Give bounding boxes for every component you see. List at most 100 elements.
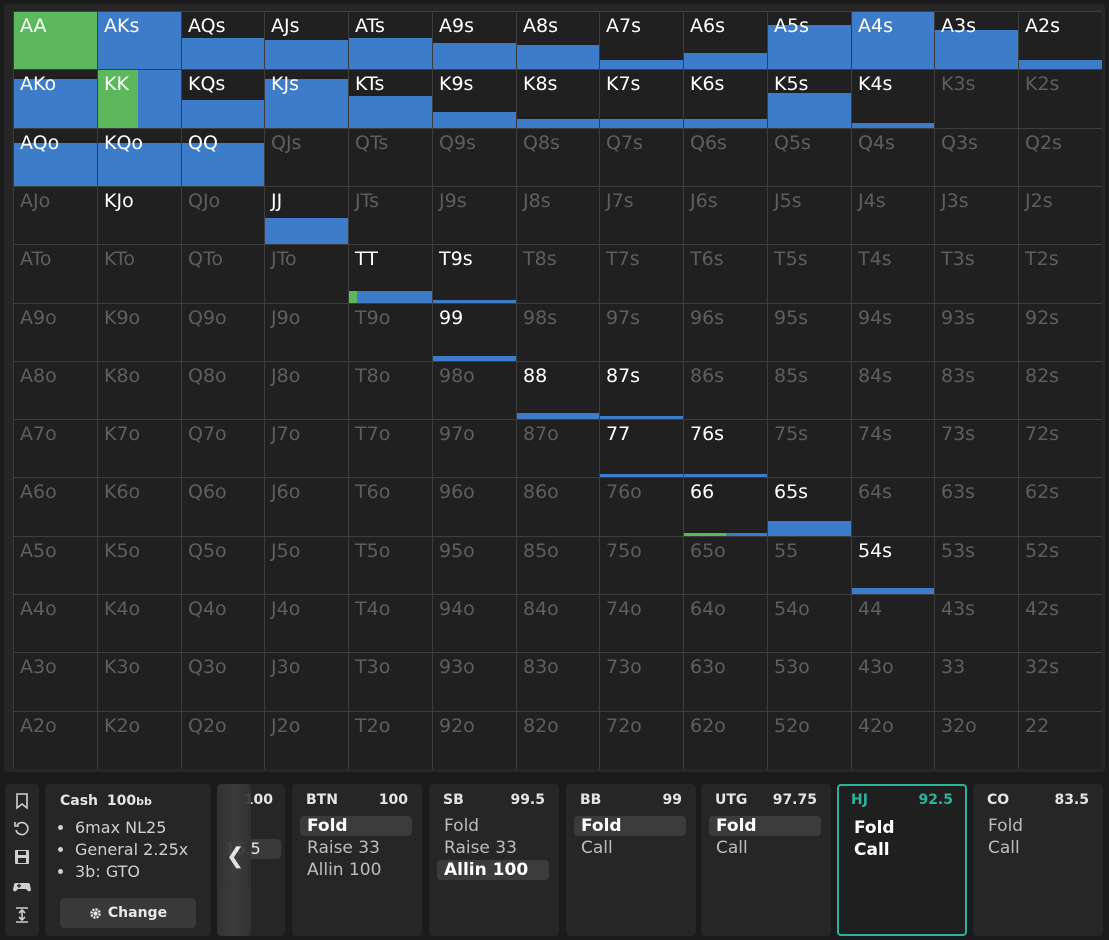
hand-cell-A3s[interactable]: A3s bbox=[935, 12, 1018, 69]
hand-cell-83s[interactable]: 83s bbox=[935, 362, 1018, 419]
position-btn[interactable]: BTN 100 Fold Raise 33 Allin 100 bbox=[292, 784, 422, 936]
hand-cell-T3s[interactable]: T3s bbox=[935, 245, 1018, 303]
hand-cell-85s[interactable]: 85s bbox=[768, 362, 851, 419]
hand-cell-84o[interactable]: 84o bbox=[517, 595, 599, 652]
hand-cell-73o[interactable]: 73o bbox=[600, 653, 683, 711]
hand-cell-T9s[interactable]: T9s bbox=[433, 245, 516, 303]
hand-cell-ATo[interactable]: ATo bbox=[14, 245, 97, 303]
hand-cell-J4o[interactable]: J4o bbox=[265, 595, 348, 652]
hand-cell-KQs[interactable]: KQs bbox=[182, 70, 264, 128]
hand-cell-76s[interactable]: 76s bbox=[684, 420, 767, 477]
hand-cell-52o[interactable]: 52o bbox=[768, 712, 851, 769]
hand-cell-QTs[interactable]: QTs bbox=[349, 129, 432, 186]
hand-cell-87s[interactable]: 87s bbox=[600, 362, 683, 419]
hand-cell-K8o[interactable]: K8o bbox=[98, 362, 181, 419]
hand-cell-T9o[interactable]: T9o bbox=[349, 304, 432, 361]
hand-cell-K7o[interactable]: K7o bbox=[98, 420, 181, 477]
hand-cell-86s[interactable]: 86s bbox=[684, 362, 767, 419]
action-allin-100[interactable]: Allin 100 bbox=[437, 860, 549, 880]
hand-cell-A8s[interactable]: A8s bbox=[517, 12, 599, 69]
hand-cell-94s[interactable]: 94s bbox=[852, 304, 934, 361]
hand-cell-KQo[interactable]: KQo bbox=[98, 129, 181, 186]
hand-cell-J3o[interactable]: J3o bbox=[265, 653, 348, 711]
hand-cell-K5o[interactable]: K5o bbox=[98, 537, 181, 594]
hand-cell-T4s[interactable]: T4s bbox=[852, 245, 934, 303]
hand-cell-97s[interactable]: 97s bbox=[600, 304, 683, 361]
action-fold[interactable]: Fold bbox=[847, 818, 955, 838]
history-icon[interactable] bbox=[13, 820, 31, 838]
hand-cell-Q8o[interactable]: Q8o bbox=[182, 362, 264, 419]
hand-cell-J5s[interactable]: J5s bbox=[768, 187, 851, 244]
hand-cell-J4s[interactable]: J4s bbox=[852, 187, 934, 244]
hand-cell-AJs[interactable]: AJs bbox=[265, 12, 348, 69]
hand-cell-J6s[interactable]: J6s bbox=[684, 187, 767, 244]
hand-cell-TT[interactable]: TT bbox=[349, 245, 432, 303]
hand-cell-75o[interactable]: 75o bbox=[600, 537, 683, 594]
hand-cell-AQs[interactable]: AQs bbox=[182, 12, 264, 69]
hand-cell-T7o[interactable]: T7o bbox=[349, 420, 432, 477]
hand-cell-K2o[interactable]: K2o bbox=[98, 712, 181, 769]
hand-cell-T2s[interactable]: T2s bbox=[1019, 245, 1102, 303]
hand-cell-KJs[interactable]: KJs bbox=[265, 70, 348, 128]
action-fold[interactable]: Fold bbox=[300, 816, 412, 836]
hand-cell-86o[interactable]: 86o bbox=[517, 478, 599, 536]
hand-cell-22[interactable]: 22 bbox=[1019, 712, 1102, 769]
hand-cell-T2o[interactable]: T2o bbox=[349, 712, 432, 769]
hand-cell-Q7s[interactable]: Q7s bbox=[600, 129, 683, 186]
hand-cell-82o[interactable]: 82o bbox=[517, 712, 599, 769]
hand-cell-K3s[interactable]: K3s bbox=[935, 70, 1018, 128]
hand-cell-A6o[interactable]: A6o bbox=[14, 478, 97, 536]
hand-cell-84s[interactable]: 84s bbox=[852, 362, 934, 419]
position-co[interactable]: CO 83.5 Fold Call bbox=[973, 784, 1103, 936]
hand-cell-63s[interactable]: 63s bbox=[935, 478, 1018, 536]
hand-cell-KK[interactable]: KK bbox=[98, 70, 181, 128]
hand-cell-32s[interactable]: 32s bbox=[1019, 653, 1102, 711]
hand-cell-83o[interactable]: 83o bbox=[517, 653, 599, 711]
hand-cell-T8o[interactable]: T8o bbox=[349, 362, 432, 419]
hand-cell-QTo[interactable]: QTo bbox=[182, 245, 264, 303]
hand-cell-A3o[interactable]: A3o bbox=[14, 653, 97, 711]
hand-cell-Q2s[interactable]: Q2s bbox=[1019, 129, 1102, 186]
hand-cell-JJ[interactable]: JJ bbox=[265, 187, 348, 244]
hand-cell-A7s[interactable]: A7s bbox=[600, 12, 683, 69]
scroll-back-button[interactable]: ❮ bbox=[217, 784, 251, 936]
hand-cell-99[interactable]: 99 bbox=[433, 304, 516, 361]
hand-cell-Q6o[interactable]: Q6o bbox=[182, 478, 264, 536]
action-allin-100[interactable]: Allin 100 bbox=[300, 860, 412, 880]
action-raise-33[interactable]: Raise 33 bbox=[437, 838, 549, 858]
hand-cell-K8s[interactable]: K8s bbox=[517, 70, 599, 128]
hand-cell-AKs[interactable]: AKs bbox=[98, 12, 181, 69]
hand-cell-Q7o[interactable]: Q7o bbox=[182, 420, 264, 477]
hand-cell-T7s[interactable]: T7s bbox=[600, 245, 683, 303]
hand-cell-T6s[interactable]: T6s bbox=[684, 245, 767, 303]
hand-cell-K3o[interactable]: K3o bbox=[98, 653, 181, 711]
hand-cell-A8o[interactable]: A8o bbox=[14, 362, 97, 419]
hand-cell-87o[interactable]: 87o bbox=[517, 420, 599, 477]
hand-cell-Q3s[interactable]: Q3s bbox=[935, 129, 1018, 186]
hand-cell-A5s[interactable]: A5s bbox=[768, 12, 851, 69]
position-utg[interactable]: UTG 97.75 Fold Call bbox=[701, 784, 831, 936]
action-fold[interactable]: Fold bbox=[437, 816, 549, 836]
hand-cell-65s[interactable]: 65s bbox=[768, 478, 851, 536]
hand-cell-65o[interactable]: 65o bbox=[684, 537, 767, 594]
hand-cell-ATs[interactable]: ATs bbox=[349, 12, 432, 69]
hand-cell-K4s[interactable]: K4s bbox=[852, 70, 934, 128]
hand-cell-K2s[interactable]: K2s bbox=[1019, 70, 1102, 128]
hand-cell-66[interactable]: 66 bbox=[684, 478, 767, 536]
hand-cell-93o[interactable]: 93o bbox=[433, 653, 516, 711]
hand-cell-44[interactable]: 44 bbox=[852, 595, 934, 652]
position-hj[interactable]: HJ 92.5 Fold Call bbox=[837, 784, 967, 936]
hand-cell-88[interactable]: 88 bbox=[517, 362, 599, 419]
hand-cell-T5s[interactable]: T5s bbox=[768, 245, 851, 303]
action-fold[interactable]: Fold bbox=[709, 816, 821, 836]
hand-cell-32o[interactable]: 32o bbox=[935, 712, 1018, 769]
hand-cell-J7o[interactable]: J7o bbox=[265, 420, 348, 477]
hand-cell-Q8s[interactable]: Q8s bbox=[517, 129, 599, 186]
hand-cell-96s[interactable]: 96s bbox=[684, 304, 767, 361]
hand-cell-J3s[interactable]: J3s bbox=[935, 187, 1018, 244]
hand-cell-A9s[interactable]: A9s bbox=[433, 12, 516, 69]
action-call[interactable]: Call bbox=[709, 838, 821, 858]
hand-cell-J8s[interactable]: J8s bbox=[517, 187, 599, 244]
hand-cell-42o[interactable]: 42o bbox=[852, 712, 934, 769]
hand-cell-74o[interactable]: 74o bbox=[600, 595, 683, 652]
